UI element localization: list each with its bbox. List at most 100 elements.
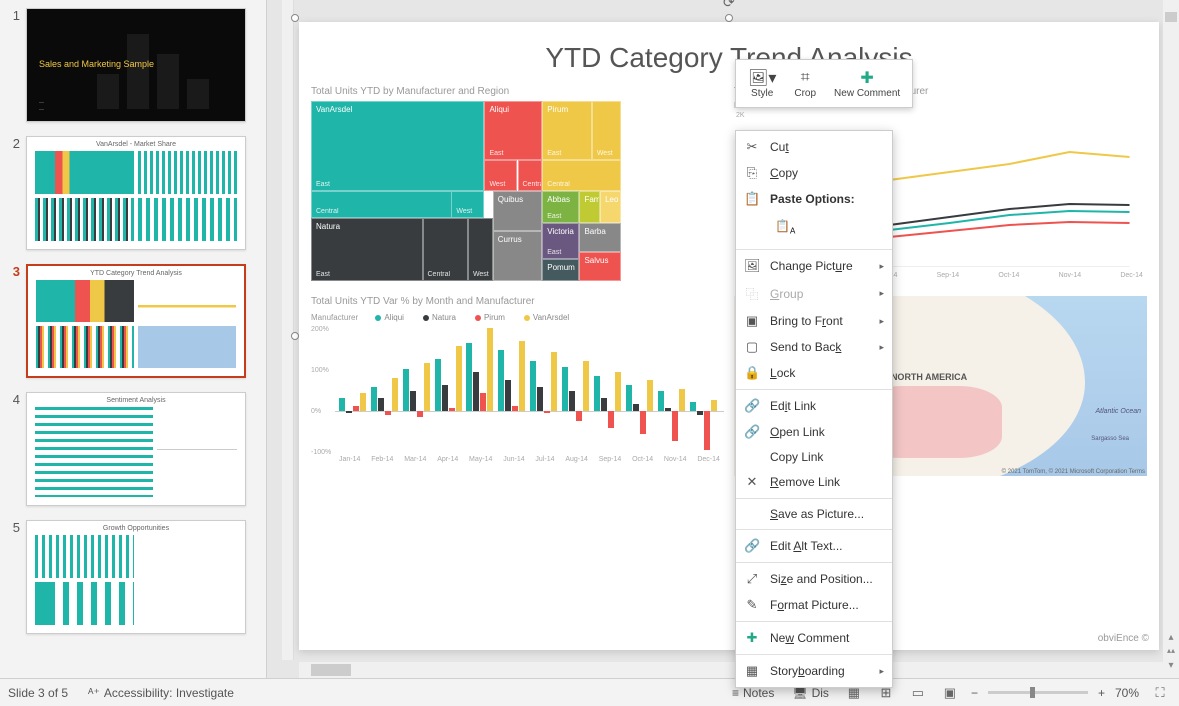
- menu-format-picture[interactable]: ✎Format Picture...: [736, 592, 892, 618]
- slide-thumb-5[interactable]: 5 Growth Opportunities: [0, 512, 266, 640]
- clipboard-icon: 📋A: [775, 219, 795, 233]
- menu-paste-options: 📋Paste Options:: [736, 186, 892, 212]
- slide-thumb-3[interactable]: 3 YTD Category Trend Analysis: [0, 256, 266, 384]
- fit-to-window-button[interactable]: ⛶: [1149, 682, 1171, 704]
- storyboard-icon: ▦: [744, 663, 760, 679]
- treemap-cell[interactable]: PirumEast: [542, 101, 592, 160]
- slide-counter[interactable]: Slide 3 of 5: [8, 686, 68, 700]
- accessibility-checker[interactable]: ᴬ⁺Accessibility: Investigate: [84, 683, 238, 703]
- treemap-cell[interactable]: Fama: [579, 191, 600, 223]
- treemap-cell[interactable]: Barba: [579, 223, 620, 252]
- treemap-cell[interactable]: Currus: [493, 231, 543, 281]
- picture-style-icon: 🖼▾: [748, 68, 776, 88]
- chart-title: Total Units YTD Var % by Month and Manuf…: [311, 296, 724, 307]
- slide-number: 1: [6, 8, 20, 122]
- slide-thumb-1[interactable]: 1 Sales and Marketing Sample ——: [0, 0, 266, 128]
- accessibility-icon: ᴬ⁺: [88, 686, 100, 700]
- treemap-cell[interactable]: Central: [423, 218, 468, 281]
- menu-open-link[interactable]: 🔗Open Link: [736, 419, 892, 445]
- menu-edit-alt-text[interactable]: 🔗Edit Alt Text...: [736, 533, 892, 559]
- slideshow-view-button[interactable]: ▣: [939, 682, 961, 704]
- menu-cut[interactable]: ✂Cut: [736, 134, 892, 160]
- bring-front-icon: ▣: [744, 313, 760, 329]
- zoom-slider[interactable]: [988, 691, 1088, 694]
- zoom-out-button[interactable]: −: [971, 686, 978, 700]
- alt-text-icon: 🔗: [744, 538, 760, 554]
- map-region-label: NORTH AMERICA: [891, 372, 967, 382]
- comment-icon: ✚: [744, 630, 760, 646]
- rotate-handle-icon[interactable]: ⟳: [723, 0, 735, 11]
- slide-preview[interactable]: VanArsdel - Market Share: [26, 136, 246, 250]
- treemap-chart[interactable]: Total Units YTD by Manufacturer and Regi…: [311, 86, 724, 286]
- bar-chart[interactable]: Total Units YTD Var % by Month and Manuf…: [311, 296, 724, 496]
- slide-preview[interactable]: Growth Opportunities: [26, 520, 246, 634]
- slide-number: 5: [6, 520, 20, 634]
- treemap-cell[interactable]: AbbasEast: [542, 191, 579, 223]
- open-link-icon: 🔗: [744, 424, 760, 440]
- comment-icon: ✚: [860, 68, 873, 88]
- menu-copy-link[interactable]: Copy Link: [736, 445, 892, 469]
- lock-icon: 🔒: [744, 365, 760, 381]
- new-comment-button[interactable]: ✚ New Comment: [826, 64, 908, 103]
- watermark: obviEnce ©: [1098, 633, 1149, 644]
- copy-icon: ⎘: [744, 165, 760, 181]
- map-attribution: © 2021 TomTom, © 2021 Microsoft Corporat…: [1002, 469, 1145, 475]
- chevron-right-icon: ▸: [879, 666, 884, 677]
- zoom-in-button[interactable]: +: [1098, 686, 1105, 700]
- menu-edit-link[interactable]: 🔗Edit Link: [736, 393, 892, 419]
- vertical-scrollbar[interactable]: [1163, 0, 1179, 678]
- vertical-ruler: [282, 0, 294, 660]
- menu-send-to-back[interactable]: ▢Send to Back▸: [736, 334, 892, 360]
- style-button[interactable]: 🖼▾ Style: [740, 64, 784, 103]
- menu-group: ⿻Group▸: [736, 279, 892, 308]
- slide-canvas-area[interactable]: ⟳ YTD Category Trend Analysis Total Unit…: [267, 0, 1179, 678]
- treemap-cell[interactable]: Quibus: [493, 191, 543, 231]
- slide-nav-arrows[interactable]: ▴▴▴▾: [1163, 632, 1179, 674]
- slide-number: 4: [6, 392, 20, 506]
- paste-keep-formatting[interactable]: 📋A: [770, 214, 800, 240]
- treemap-cell[interactable]: West: [592, 101, 621, 160]
- treemap-cell[interactable]: Salvus: [579, 252, 620, 281]
- menu-bring-to-front[interactable]: ▣Bring to Front▸: [736, 308, 892, 334]
- menu-save-as-picture[interactable]: Save as Picture...: [736, 502, 892, 526]
- chevron-right-icon: ▸: [879, 288, 884, 299]
- menu-remove-link[interactable]: ✕Remove Link: [736, 469, 892, 495]
- treemap-cell[interactable]: VictoriaEast: [542, 223, 579, 259]
- treemap-cell[interactable]: Central: [542, 160, 620, 191]
- page-title: YTD Category Trend Analysis: [299, 22, 1159, 86]
- menu-copy[interactable]: ⎘Copy: [736, 160, 892, 186]
- menu-size-position[interactable]: ⤢Size and Position...: [736, 566, 892, 592]
- menu-lock[interactable]: 🔒Lock: [736, 360, 892, 386]
- horizontal-scrollbar[interactable]: [299, 662, 1163, 678]
- slide-preview[interactable]: Sentiment Analysis: [26, 392, 246, 506]
- y-axis-ticks: 200% 100% 0% -100%: [311, 326, 331, 456]
- treemap-cell[interactable]: AliquiEast: [484, 101, 542, 160]
- reading-view-button[interactable]: ▭: [907, 682, 929, 704]
- slide-preview[interactable]: YTD Category Trend Analysis: [26, 264, 246, 378]
- change-picture-icon: 🖼: [744, 258, 760, 274]
- menu-storyboarding[interactable]: ▦Storyboarding▸: [736, 658, 892, 684]
- slide-thumbnail-panel[interactable]: 1 Sales and Marketing Sample —— 2 VanArs…: [0, 0, 267, 678]
- link-icon: 🔗: [744, 398, 760, 414]
- group-icon: ⿻: [744, 284, 760, 303]
- resize-handle[interactable]: [725, 14, 733, 22]
- treemap-cell[interactable]: NaturaEast: [311, 218, 423, 281]
- treemap-cell[interactable]: West: [484, 160, 517, 191]
- treemap-cell[interactable]: West: [468, 218, 493, 281]
- treemap-cell[interactable]: VanArsdelEast: [311, 101, 484, 191]
- slide-thumb-4[interactable]: 4 Sentiment Analysis: [0, 384, 266, 512]
- treemap-cell[interactable]: Leo: [600, 191, 621, 223]
- treemap-cell[interactable]: Pomum: [542, 259, 579, 281]
- slide-thumb-2[interactable]: 2 VanArsdel - Market Share: [0, 128, 266, 256]
- slide-preview[interactable]: Sales and Marketing Sample ——: [26, 8, 246, 122]
- treemap-cell[interactable]: Central: [518, 160, 543, 191]
- x-axis-labels: Jan-14Feb-14Mar-14Apr-14May-14Jun-14Jul-…: [335, 456, 724, 463]
- chevron-right-icon: ▸: [879, 316, 884, 327]
- mini-toolbar: 🖼▾ Style ⌗ Crop ✚ New Comment: [735, 59, 913, 108]
- crop-button[interactable]: ⌗ Crop: [786, 64, 824, 103]
- treemap-cell[interactable]: West: [451, 191, 484, 218]
- zoom-level[interactable]: 70%: [1115, 686, 1139, 700]
- menu-new-comment[interactable]: ✚New Comment: [736, 625, 892, 651]
- slide-content[interactable]: YTD Category Trend Analysis Total Units …: [299, 22, 1159, 650]
- menu-change-picture[interactable]: 🖼Change Picture▸: [736, 253, 892, 279]
